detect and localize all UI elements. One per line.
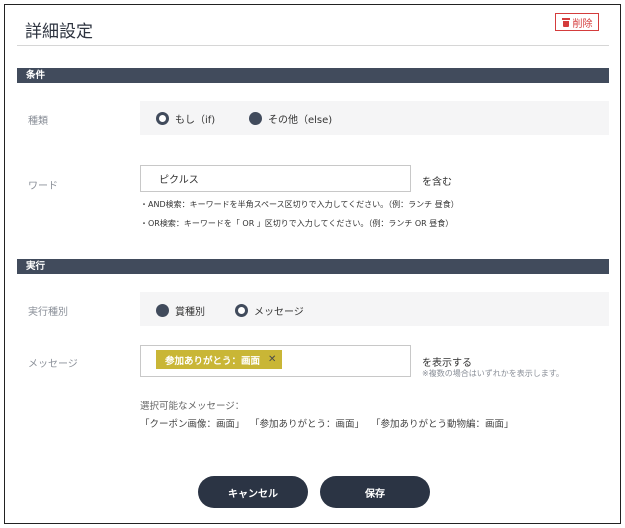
word-suffix: を含む [422, 177, 452, 188]
radio-if-label: もし（if) [175, 115, 216, 126]
message-tag[interactable]: 参加ありがとう：画面 ✕ [156, 350, 283, 369]
type-label: 種類 [28, 116, 48, 127]
section-action-header: 実行 [17, 259, 609, 274]
title-divider [17, 45, 609, 46]
page-title: 詳細設定 [25, 22, 93, 42]
kind-panel [140, 292, 609, 326]
radio-else-label: その他（else) [268, 115, 333, 126]
radio-if[interactable]: もし（if) [156, 111, 215, 126]
word-input[interactable]: ピクルス [140, 165, 411, 192]
delete-label: 削除 [572, 18, 593, 30]
trash-icon [561, 17, 570, 27]
radio-prize-type[interactable]: 賞種別 [156, 303, 205, 318]
or-search-note: ・OR検索：キーワードを「 OR 」区切りで入力してください。（例：ランチ OR… [140, 219, 454, 228]
message-suffix: を表示する [422, 358, 472, 369]
message-label: メッセージ [28, 359, 78, 370]
cancel-button[interactable]: キャンセル [198, 476, 308, 508]
tag-remove-icon[interactable]: ✕ [268, 354, 276, 365]
radio-if-indicator [156, 112, 169, 125]
choice-thanks-animal[interactable]: 「参加ありがとう動物編：画面」 [371, 416, 514, 430]
choice-thanks[interactable]: 「参加ありがとう：画面」 [250, 416, 364, 430]
radio-message-indicator [235, 304, 248, 317]
delete-button[interactable]: 削除 [555, 13, 599, 31]
word-input-value: ピクルス [159, 175, 199, 186]
radio-prize-type-label: 賞種別 [175, 307, 205, 318]
and-search-note: ・AND検索：キーワードを半角スペース区切りで入力してください。（例：ランチ 昼… [140, 200, 459, 209]
radio-message-label: メッセージ [254, 307, 304, 318]
save-button[interactable]: 保存 [320, 476, 430, 508]
radio-message[interactable]: メッセージ [235, 303, 304, 318]
message-note: ※複数の場合はいずれかを表示します。 [422, 369, 564, 378]
radio-else-indicator [249, 112, 262, 125]
kind-label: 実行種別 [28, 307, 68, 318]
choice-coupon-image[interactable]: 「クーポン画像：画面」 [140, 416, 245, 430]
radio-prize-type-indicator [156, 304, 169, 317]
word-label: ワード [28, 181, 58, 192]
choices-title: 選択可能なメッセージ： [140, 401, 245, 412]
message-tag-label: 参加ありがとう：画面 [165, 355, 261, 367]
radio-else[interactable]: その他（else) [249, 111, 332, 126]
section-condition-header: 条件 [17, 68, 609, 83]
